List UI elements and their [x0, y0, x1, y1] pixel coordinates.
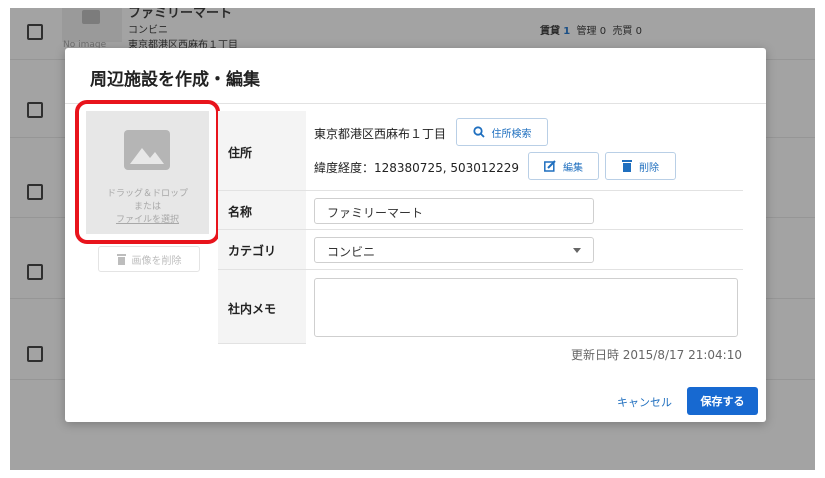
trash-icon: [622, 160, 632, 172]
facility-stats: 賃貸 1 管理 0 売買 0: [540, 22, 642, 37]
latlng-edit-button[interactable]: 編集: [528, 152, 599, 180]
address-label: 住所: [228, 146, 253, 160]
address-label-cell: 住所: [218, 111, 306, 191]
category-label-cell: カテゴリ: [218, 230, 306, 270]
manage-label: 管理: [576, 26, 597, 37]
memo-value-cell: [306, 270, 743, 344]
modal-title: 周辺施設を作成・編集: [90, 70, 260, 90]
select-file-link[interactable]: ファイルを選択: [86, 212, 209, 225]
image-placeholder-icon: [124, 130, 170, 170]
address-search-label: 住所検索: [491, 128, 532, 140]
facility-name: ファミリーマート: [128, 8, 233, 21]
name-label: 名称: [228, 205, 253, 219]
row-checkbox[interactable]: [27, 264, 43, 280]
updated-at: 更新日時 2015/8/17 21:04:10: [570, 348, 742, 362]
category-selected-value: コンビニ: [327, 245, 376, 259]
name-value-cell: ファミリーマート: [306, 191, 743, 230]
divider: [65, 103, 766, 104]
rent-count: 1: [563, 26, 571, 37]
name-label-cell: 名称: [218, 191, 306, 230]
address-value-cell: 東京都港区西麻布１丁目 住所検索 緯度経度：128380725, 5030122…: [306, 111, 743, 191]
facility-edit-modal: 周辺施設を作成・編集 ドラッグ＆ドロップ または ファイルを選択 画像を削除 住…: [65, 48, 766, 422]
sale-label: 売買: [612, 26, 633, 37]
latlng-delete-button[interactable]: 削除: [605, 152, 676, 180]
rent-label: 賃貸: [540, 26, 560, 37]
delete-image-button[interactable]: 画像を削除: [98, 246, 200, 272]
trash-icon: [116, 253, 126, 265]
latlng-edit-label: 編集: [563, 162, 583, 174]
search-icon: [472, 126, 485, 138]
save-button[interactable]: 保存する: [687, 387, 758, 415]
facility-category: コンビニ: [128, 25, 168, 36]
sale-count: 0: [635, 26, 642, 37]
address-search-button[interactable]: 住所検索: [456, 118, 548, 146]
cancel-button[interactable]: キャンセル: [617, 394, 672, 410]
row-checkbox[interactable]: [27, 346, 43, 362]
image-icon: [82, 10, 100, 24]
latlng-value: 緯度経度：128380725, 503012229: [314, 161, 520, 175]
chevron-down-icon: [573, 248, 581, 253]
category-select[interactable]: コンビニ: [314, 237, 594, 263]
edit-icon: [544, 160, 556, 172]
delete-image-label: 画像を削除: [131, 255, 182, 267]
memo-textarea[interactable]: [314, 278, 738, 337]
row-checkbox[interactable]: [27, 24, 43, 40]
drag-drop-text: ドラッグ＆ドロップ: [106, 189, 188, 199]
row-checkbox[interactable]: [27, 184, 43, 200]
image-dropzone[interactable]: ドラッグ＆ドロップ または ファイルを選択: [86, 111, 209, 234]
memo-label-cell: 社内メモ: [218, 270, 306, 344]
or-text: または: [133, 202, 161, 212]
memo-label: 社内メモ: [228, 302, 277, 316]
address-value: 東京都港区西麻布１丁目: [314, 127, 447, 141]
category-value-cell: コンビニ: [306, 230, 743, 270]
category-label: カテゴリ: [228, 244, 277, 258]
latlng-delete-label: 削除: [639, 162, 659, 174]
row-checkbox[interactable]: [27, 102, 43, 118]
name-input[interactable]: ファミリーマート: [314, 198, 594, 224]
app-stage: No image ファミリーマート コンビニ 東京都港区西麻布１丁目 賃貸 1 …: [10, 8, 815, 470]
thumbnail: [62, 8, 122, 42]
manage-count: 0: [599, 26, 607, 37]
